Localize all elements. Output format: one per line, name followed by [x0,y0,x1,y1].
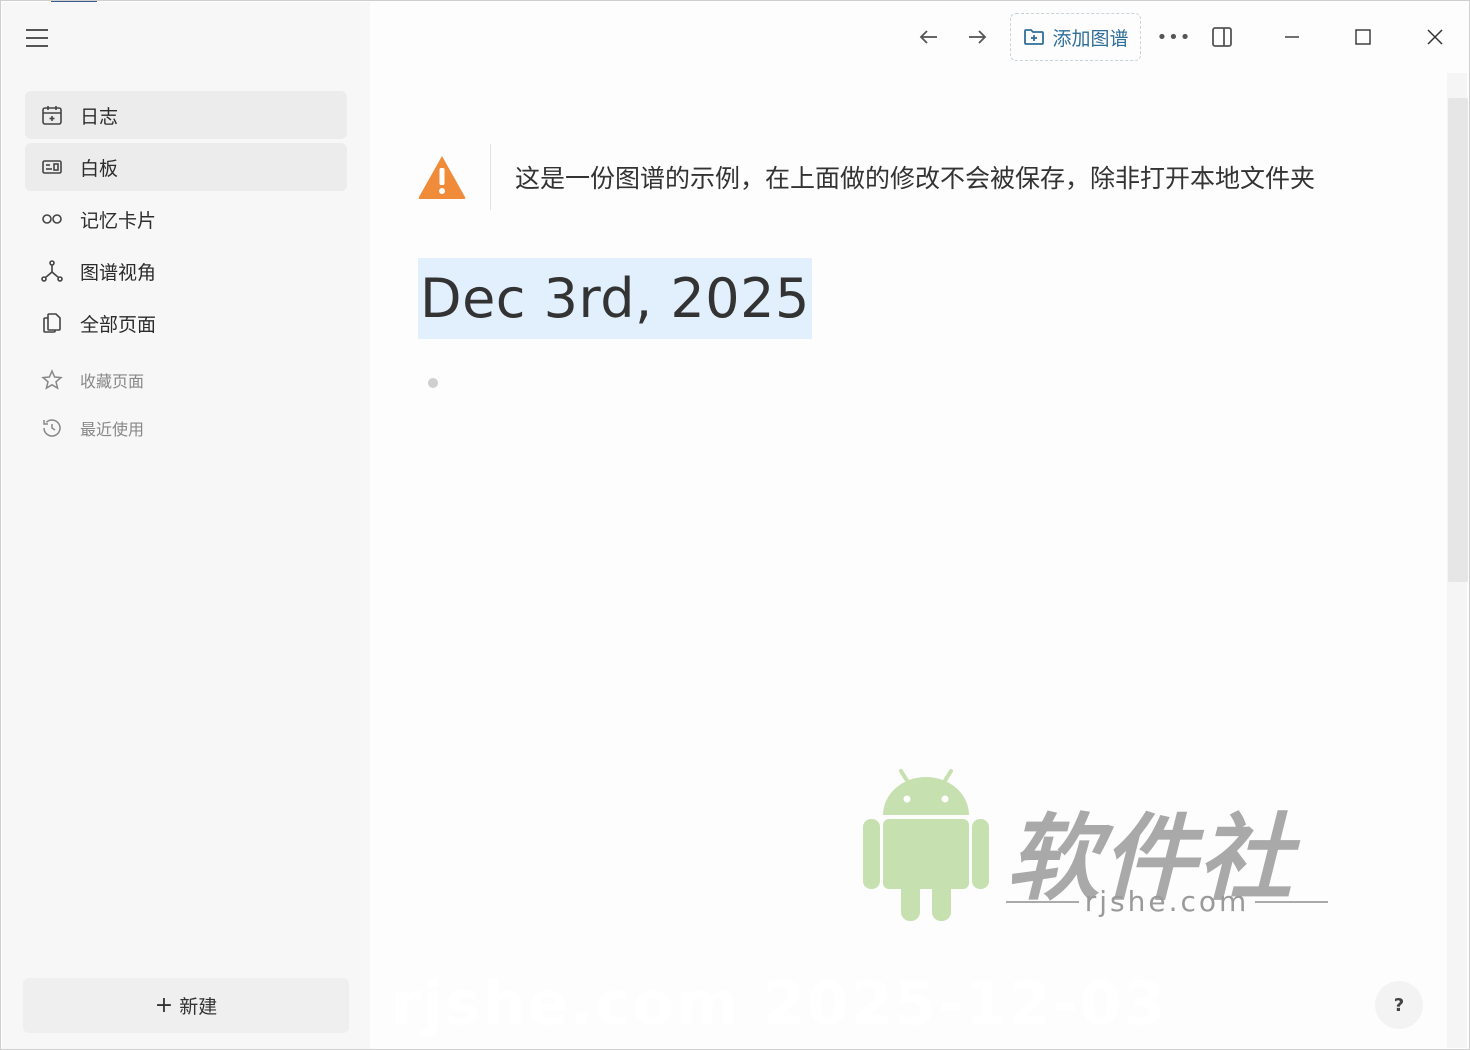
hamburger-icon [26,29,48,31]
new-page-label: 新建 [179,996,218,1018]
demo-graph-warning: 这是一份图谱的示例，在上面做的修改不会被保存，除非打开本地文件夹 [417,143,1397,211]
watermark-url: rjshe.com [1006,885,1328,918]
more-dots-icon: ••• [1156,26,1192,48]
divider [490,144,491,210]
add-graph-label: 添加图谱 [1052,27,1129,50]
sidebar-item-label: 收藏页面 [80,372,145,391]
more-button[interactable]: ••• [1154,17,1194,57]
sidebar-item-favorites[interactable]: 收藏页面 [25,356,347,404]
folder-plus-icon [1024,29,1045,45]
infinity-icon [42,214,62,224]
plus-icon: + [154,993,174,1018]
sidebar: 日志 白板 记忆卡片 图谱视角 全部页面 收藏页面 最近使用 + 新建 [2,2,370,1049]
sidebar-secondary: 收藏页面 最近使用 [25,356,347,452]
close-button[interactable] [1415,17,1455,57]
sidebar-item-label: 白板 [80,157,119,180]
page-title[interactable]: Dec 3rd, 2025 [418,258,812,339]
sidebar-item-journals[interactable]: 日志 [25,91,347,139]
toggle-right-sidebar-button[interactable] [1202,17,1242,57]
sidebar-item-label: 记忆卡片 [80,209,157,232]
forward-button[interactable] [957,17,997,57]
warning-text: 这是一份图谱的示例，在上面做的修改不会被保存，除非打开本地文件夹 [515,164,1316,193]
warning-icon [418,156,466,199]
graph-icon [41,260,63,282]
sidebar-right-icon [1212,27,1232,47]
app-window: 日志 白板 记忆卡片 图谱视角 全部页面 收藏页面 最近使用 + 新建 添加图谱… [0,0,1470,1050]
minimize-icon [1285,36,1299,38]
sidebar-item-label: 全部页面 [80,313,157,336]
scrollbar-thumb[interactable] [1448,98,1468,582]
sidebar-item-label: 日志 [80,105,119,128]
history-icon [43,419,61,437]
new-page-button[interactable]: + 新建 [23,978,349,1033]
sidebar-item-whiteboard[interactable]: 白板 [25,143,347,191]
add-graph-button[interactable]: 添加图谱 [1010,13,1141,61]
maximize-button[interactable] [1343,17,1383,57]
menu-toggle-button[interactable] [22,22,54,54]
pages-icon [43,313,61,333]
sidebar-item-label: 最近使用 [80,420,145,439]
help-button[interactable]: ? [1375,981,1423,1029]
back-button[interactable] [909,17,949,57]
watermark-faint: rjshe.com 2025-12-03 [391,969,1168,1039]
calendar-icon [42,106,62,125]
star-icon [41,369,63,390]
sidebar-item-label: 图谱视角 [80,261,157,284]
sidebar-nav: 日志 白板 记忆卡片 图谱视角 全部页面 [25,91,347,351]
sidebar-item-recent[interactable]: 最近使用 [25,404,347,452]
arrow-left-icon [919,30,937,44]
minimize-button[interactable] [1272,17,1312,57]
close-icon [1427,29,1443,45]
block-bullet[interactable] [428,378,438,388]
whiteboard-icon [42,160,62,174]
maximize-icon [1355,29,1371,45]
sidebar-item-graph-view[interactable]: 图谱视角 [25,247,347,295]
arrow-right-icon [969,30,987,44]
sidebar-item-all-pages[interactable]: 全部页面 [25,299,347,347]
sidebar-item-flashcards[interactable]: 记忆卡片 [25,195,347,243]
